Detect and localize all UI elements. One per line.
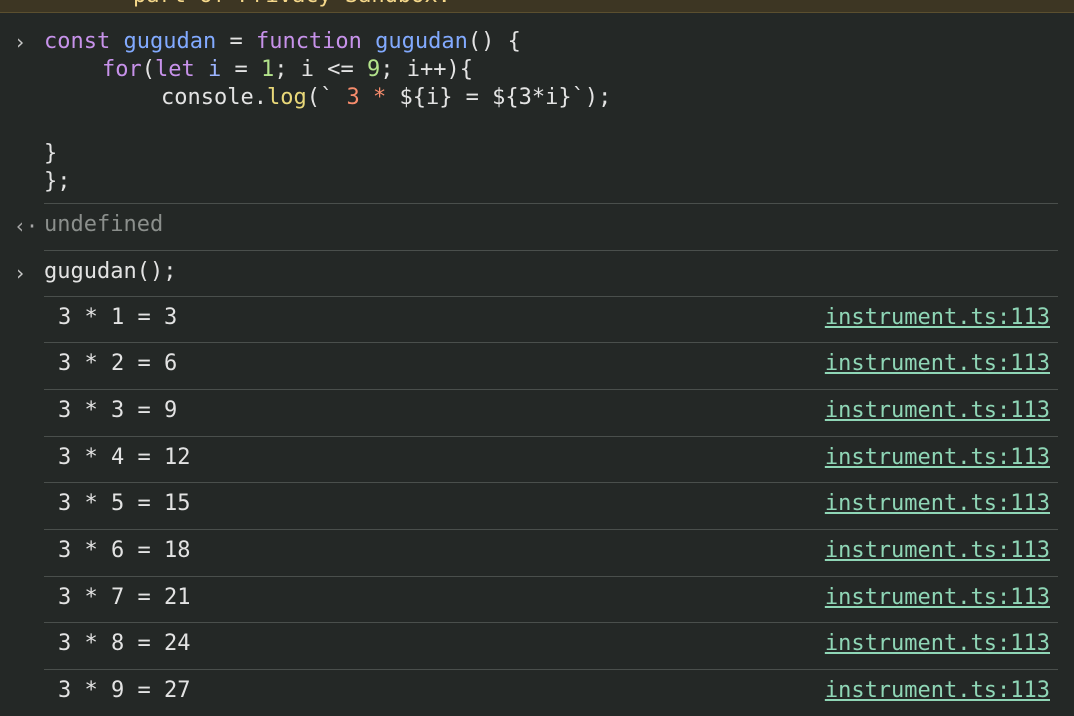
- warning-banner: part of Privacy Sandbox.: [0, 0, 1074, 13]
- log-row: 3 * 4 = 12 instrument.ts:113: [44, 436, 1058, 483]
- log-source-link[interactable]: instrument.ts:113: [825, 678, 1050, 703]
- code-line-6: };: [44, 169, 71, 194]
- console-input-2[interactable]: › gugudan();: [0, 251, 1074, 297]
- log-source-link[interactable]: instrument.ts:113: [825, 491, 1050, 516]
- prompt-chevron-icon: ›: [14, 261, 27, 285]
- code-line-3: console.log(` 3 * ${i} = ${3*i}`);: [161, 85, 612, 110]
- code-line-5: }: [44, 141, 58, 166]
- result-arrow-icon: ‹·: [14, 214, 39, 238]
- log-source-link[interactable]: instrument.ts:113: [825, 631, 1050, 656]
- log-source-link[interactable]: instrument.ts:113: [825, 445, 1050, 470]
- log-row: 3 * 8 = 24 instrument.ts:113: [44, 622, 1058, 669]
- prompt-chevron-icon: ›: [14, 30, 27, 54]
- log-row: 3 * 1 = 3 instrument.ts:113: [44, 296, 1058, 343]
- log-message: 3 * 7 = 21: [58, 585, 191, 610]
- code-line-2: for(let i = 1; i <= 9; i++){: [102, 57, 473, 82]
- log-row: 3 * 9 = 27 instrument.ts:113: [44, 669, 1058, 716]
- log-message: 3 * 5 = 15: [58, 491, 191, 516]
- log-message: 3 * 1 = 3: [58, 305, 178, 330]
- log-message: 3 * 6 = 18: [58, 538, 191, 563]
- console-result: ‹· undefined: [0, 204, 1074, 250]
- log-row: 3 * 5 = 15 instrument.ts:113: [44, 482, 1058, 529]
- log-row: 3 * 3 = 9 instrument.ts:113: [44, 389, 1058, 436]
- log-source-link[interactable]: instrument.ts:113: [825, 398, 1050, 423]
- log-message: 3 * 8 = 24: [58, 631, 191, 656]
- input-code: gugudan();: [44, 259, 177, 284]
- log-row: 3 * 7 = 21 instrument.ts:113: [44, 576, 1058, 623]
- log-row: 3 * 6 = 18 instrument.ts:113: [44, 529, 1058, 576]
- log-source-link[interactable]: instrument.ts:113: [825, 351, 1050, 376]
- log-source-link[interactable]: instrument.ts:113: [825, 538, 1050, 563]
- log-message: 3 * 9 = 27: [58, 678, 191, 703]
- log-source-link[interactable]: instrument.ts:113: [825, 305, 1050, 330]
- log-source-link[interactable]: instrument.ts:113: [825, 585, 1050, 610]
- log-message: 3 * 2 = 6: [58, 351, 178, 376]
- result-value: undefined: [44, 212, 164, 237]
- log-message: 3 * 4 = 12: [58, 445, 191, 470]
- code-line-1: const gugudan = function gugudan() {: [44, 29, 521, 54]
- log-row: 3 * 2 = 6 instrument.ts:113: [44, 342, 1058, 389]
- warning-text: part of Privacy Sandbox.: [133, 0, 451, 10]
- log-message: 3 * 3 = 9: [58, 398, 178, 423]
